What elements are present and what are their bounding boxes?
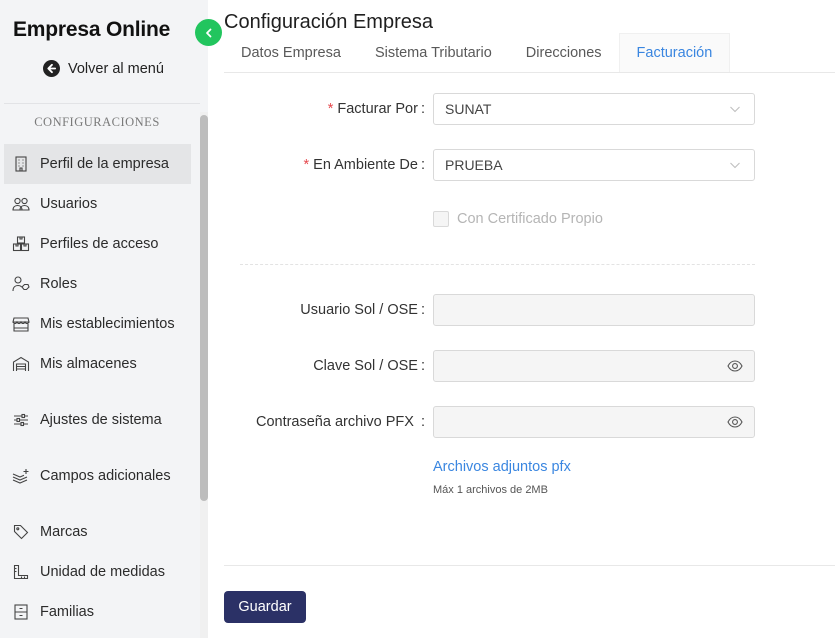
- label-colon: :: [420, 157, 425, 173]
- sidebar-item-usuarios[interactable]: Usuarios: [4, 184, 191, 224]
- form-row-pfx-password: Contraseña archivo PFX :: [208, 406, 835, 438]
- sidebar-item-label: Marcas: [40, 524, 88, 540]
- eye-icon[interactable]: [727, 414, 743, 430]
- sidebar-item-ajustes-sistema[interactable]: Ajustes de sistema: [4, 400, 191, 440]
- label-colon: :: [420, 414, 425, 430]
- user-tag-icon: [12, 275, 30, 293]
- sidebar: Empresa Online Volver al menú CONFIGURAC…: [0, 0, 208, 638]
- arrow-left-circle-icon: [43, 60, 60, 77]
- ambiente-value: PRUEBA: [445, 157, 503, 173]
- tag-icon: [12, 523, 30, 541]
- ambiente-select[interactable]: PRUEBA: [433, 149, 755, 181]
- warehouse-icon: [12, 355, 30, 373]
- ruler-icon: [12, 563, 30, 581]
- sidebar-item-label: Familias: [40, 604, 94, 620]
- sidebar-item-almacenes[interactable]: Mis almacenes: [4, 344, 191, 384]
- sidebar-item-label: Usuarios: [40, 196, 98, 212]
- sidebar-item-marcas[interactable]: Marcas: [4, 512, 191, 552]
- tab-facturacion[interactable]: Facturación: [618, 33, 731, 72]
- sidebar-item-establecimientos[interactable]: Mis establecimientos: [4, 304, 191, 344]
- sidebar-item-label: Unidad de medidas: [40, 564, 165, 580]
- layers-plus-icon: [12, 467, 30, 485]
- pfx-attachments-link[interactable]: Archivos adjuntos pfx: [433, 459, 571, 475]
- sidebar-item-label: Campos adicionales: [40, 468, 171, 484]
- label-colon: :: [420, 302, 425, 318]
- tab-sistema-tributario[interactable]: Sistema Tributario: [358, 33, 509, 72]
- store-icon: [12, 315, 30, 333]
- label-colon: :: [420, 358, 425, 374]
- collapse-sidebar-button[interactable]: [195, 19, 222, 46]
- usuario-sol-input[interactable]: [433, 294, 755, 326]
- clave-sol-label: Clave Sol / OSE:: [313, 350, 425, 382]
- clave-sol-label-text: Clave Sol / OSE: [313, 358, 418, 374]
- brand-title: Empresa Online: [13, 18, 171, 41]
- chevron-down-icon: [730, 162, 740, 169]
- sidebar-item-roles[interactable]: Roles: [4, 264, 191, 304]
- pfx-attachments-hint: Máx 1 archivos de 2MB: [433, 484, 548, 496]
- facturar-por-label: * Facturar Por:: [328, 93, 425, 125]
- section-title: CONFIGURACIONES: [34, 115, 160, 129]
- facturar-por-value: SUNAT: [445, 101, 492, 117]
- ambiente-label-text: En Ambiente De: [313, 157, 418, 173]
- chevron-left-icon: [205, 28, 211, 37]
- sidebar-item-label: Mis establecimientos: [40, 316, 175, 332]
- sidebar-item-perfiles-acceso[interactable]: Perfiles de acceso: [4, 224, 191, 264]
- page-title: Configuración Empresa: [224, 11, 433, 33]
- tab-datos-empresa[interactable]: Datos Empresa: [224, 33, 358, 72]
- app-root: Empresa Online Volver al menú CONFIGURAC…: [0, 0, 835, 638]
- eye-icon[interactable]: [727, 358, 743, 374]
- pfx-password-label: Contraseña archivo PFX :: [256, 406, 425, 438]
- usuario-sol-label-text: Usuario Sol / OSE: [300, 302, 418, 318]
- footer-divider: [224, 565, 835, 566]
- sidebar-item-label: Ajustes de sistema: [40, 412, 162, 428]
- save-button[interactable]: Guardar: [224, 591, 306, 623]
- sidebar-item-label: Roles: [40, 276, 78, 292]
- sidebar-item-campos-adicionales[interactable]: Campos adicionales: [4, 456, 191, 496]
- required-marker: *: [327, 101, 334, 117]
- sidebar-item-perfil-empresa[interactable]: Perfil de la empresa: [4, 144, 191, 184]
- sidebar-menu: Perfil de la empresa Usuarios Perfiles d…: [4, 144, 191, 632]
- sidebar-item-familias[interactable]: Familias: [4, 592, 191, 632]
- archive-icon: [12, 603, 30, 621]
- users-icon: [12, 195, 30, 213]
- pfx-password-input[interactable]: [433, 406, 755, 438]
- form-row-ambiente: * En Ambiente De: PRUEBA: [208, 149, 835, 181]
- usuario-sol-label: Usuario Sol / OSE:: [300, 294, 425, 326]
- sidebar-item-label: Perfiles de acceso: [40, 236, 159, 252]
- sidebar-item-label: Perfil de la empresa: [40, 156, 169, 172]
- form-row-usuario-sol: Usuario Sol / OSE:: [208, 294, 835, 326]
- facturar-por-label-text: Facturar Por: [337, 101, 418, 117]
- back-to-menu-label: Volver al menú: [68, 60, 164, 77]
- ambiente-label: * En Ambiente De:: [304, 149, 425, 181]
- certificado-propio-checkbox-row[interactable]: Con Certificado Propio: [433, 211, 603, 227]
- chevron-down-icon: [730, 106, 740, 113]
- required-marker: *: [303, 157, 310, 173]
- facturar-por-select[interactable]: SUNAT: [433, 93, 755, 125]
- building-icon: [12, 155, 30, 173]
- back-to-menu-link[interactable]: Volver al menú: [43, 60, 164, 77]
- tab-bar: Datos Empresa Sistema Tributario Direcci…: [224, 33, 835, 73]
- label-colon: :: [420, 101, 425, 117]
- certificado-propio-label: Con Certificado Propio: [457, 211, 603, 227]
- sidebar-item-label: Mis almacenes: [40, 356, 137, 372]
- boxes-icon: [12, 235, 30, 253]
- sidebar-item-unidad-medidas[interactable]: Unidad de medidas: [4, 552, 191, 592]
- main-content: Configuración Empresa Datos Empresa Sist…: [208, 0, 835, 638]
- sliders-icon: [12, 411, 30, 429]
- sidebar-scrollbar-thumb[interactable]: [200, 115, 208, 501]
- pfx-password-label-text: Contraseña archivo PFX: [255, 414, 418, 430]
- form-row-facturar-por: * Facturar Por: SUNAT: [208, 93, 835, 125]
- form-row-clave-sol: Clave Sol / OSE:: [208, 350, 835, 382]
- form-divider: [240, 264, 755, 265]
- certificado-propio-checkbox[interactable]: [433, 211, 449, 227]
- section-divider: [4, 103, 200, 104]
- tab-direcciones[interactable]: Direcciones: [509, 33, 619, 72]
- clave-sol-input[interactable]: [433, 350, 755, 382]
